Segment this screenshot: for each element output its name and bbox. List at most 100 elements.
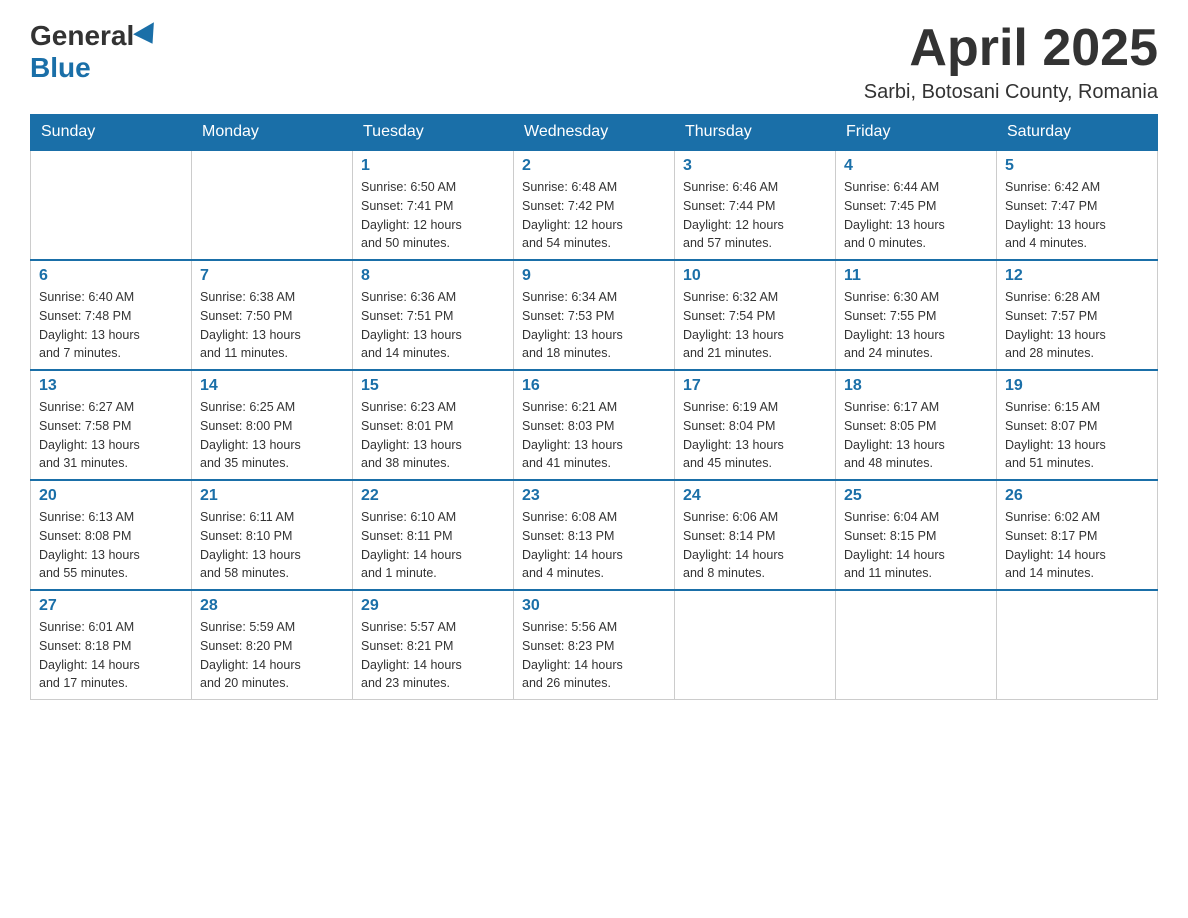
- calendar-cell: 10 Sunrise: 6:32 AM Sunset: 7:54 PM Dayli…: [675, 260, 836, 370]
- calendar-cell: 30 Sunrise: 5:56 AM Sunset: 8:23 PM Dayli…: [514, 590, 675, 700]
- week-row-4: 20Sunrise: 6:13 AM Sunset: 8:08 PM Dayli…: [31, 480, 1158, 590]
- calendar-cell: [675, 590, 836, 700]
- calendar-cell: 4Sunrise: 6:44 AM Sunset: 7:45 PM Daylig…: [836, 150, 997, 260]
- day-info: Sunrise: 6:50 AM Sunset: 7:41 PM Dayligh…: [361, 178, 505, 253]
- col-header-wednesday: Wednesday: [514, 115, 675, 151]
- col-header-thursday: Thursday: [675, 115, 836, 151]
- day-number: 25: [844, 487, 988, 505]
- calendar-cell: 1 Sunrise: 6:50 AM Sunset: 7:41 PM Daylig…: [353, 150, 514, 260]
- day-info: Sunrise: 6:19 AM Sunset: 8:04 PM Dayligh…: [683, 398, 827, 473]
- day-number: 12: [1005, 267, 1149, 285]
- location-text: Sarbi, Botosani County, Romania: [864, 81, 1158, 104]
- calendar-cell: 14 Sunrise: 6:25 AM Sunset: 8:00 PM Dayli…: [192, 370, 353, 480]
- calendar-cell: 24 Sunrise: 6:06 AM Sunset: 8:14 PM Dayli…: [675, 480, 836, 590]
- week-row-1: 1 Sunrise: 6:50 AM Sunset: 7:41 PM Daylig…: [31, 150, 1158, 260]
- calendar-cell: 29 Sunrise: 5:57 AM Sunset: 8:21 PM Dayli…: [353, 590, 514, 700]
- calendar-cell: 21 Sunrise: 6:11 AM Sunset: 8:10 PM Dayli…: [192, 480, 353, 590]
- calendar-cell: 22 Sunrise: 6:10 AM Sunset: 8:11 PM Dayli…: [353, 480, 514, 590]
- calendar-cell: 12 Sunrise: 6:28 AM Sunset: 7:57 PM Dayli…: [997, 260, 1158, 370]
- day-number: 3: [683, 157, 827, 175]
- week-row-3: 13Sunrise: 6:27 AM Sunset: 7:58 PM Dayli…: [31, 370, 1158, 480]
- col-header-saturday: Saturday: [997, 115, 1158, 151]
- calendar-cell: 6Sunrise: 6:40 AM Sunset: 7:48 PM Daylig…: [31, 260, 192, 370]
- week-row-2: 6Sunrise: 6:40 AM Sunset: 7:48 PM Daylig…: [31, 260, 1158, 370]
- day-number: 27: [39, 597, 183, 615]
- col-header-monday: Monday: [192, 115, 353, 151]
- month-title: April 2025: [864, 20, 1158, 77]
- calendar-cell: [192, 150, 353, 260]
- day-number: 17: [683, 377, 827, 395]
- calendar-cell: 5 Sunrise: 6:42 AM Sunset: 7:47 PM Daylig…: [997, 150, 1158, 260]
- day-info: Sunrise: 6:06 AM Sunset: 8:14 PM Dayligh…: [683, 508, 827, 583]
- calendar-cell: 16Sunrise: 6:21 AM Sunset: 8:03 PM Dayli…: [514, 370, 675, 480]
- day-info: Sunrise: 6:27 AM Sunset: 7:58 PM Dayligh…: [39, 398, 183, 473]
- calendar-cell: 11 Sunrise: 6:30 AM Sunset: 7:55 PM Dayli…: [836, 260, 997, 370]
- calendar-cell: 28Sunrise: 5:59 AM Sunset: 8:20 PM Dayli…: [192, 590, 353, 700]
- calendar-header-row: SundayMondayTuesdayWednesdayThursdayFrid…: [31, 115, 1158, 151]
- day-info: Sunrise: 6:04 AM Sunset: 8:15 PM Dayligh…: [844, 508, 988, 583]
- calendar-cell: [31, 150, 192, 260]
- day-info: Sunrise: 5:56 AM Sunset: 8:23 PM Dayligh…: [522, 618, 666, 693]
- day-number: 16: [522, 377, 666, 395]
- calendar-cell: 3 Sunrise: 6:46 AM Sunset: 7:44 PM Daylig…: [675, 150, 836, 260]
- calendar-cell: 26 Sunrise: 6:02 AM Sunset: 8:17 PM Dayli…: [997, 480, 1158, 590]
- day-info: Sunrise: 6:10 AM Sunset: 8:11 PM Dayligh…: [361, 508, 505, 583]
- calendar-cell: 8Sunrise: 6:36 AM Sunset: 7:51 PM Daylig…: [353, 260, 514, 370]
- logo-arrow-icon: [133, 22, 163, 50]
- day-info: Sunrise: 6:08 AM Sunset: 8:13 PM Dayligh…: [522, 508, 666, 583]
- day-number: 2: [522, 157, 666, 175]
- col-header-friday: Friday: [836, 115, 997, 151]
- day-info: Sunrise: 6:46 AM Sunset: 7:44 PM Dayligh…: [683, 178, 827, 253]
- title-block: April 2025 Sarbi, Botosani County, Roman…: [864, 20, 1158, 104]
- day-number: 19: [1005, 377, 1149, 395]
- day-info: Sunrise: 5:59 AM Sunset: 8:20 PM Dayligh…: [200, 618, 344, 693]
- day-info: Sunrise: 6:30 AM Sunset: 7:55 PM Dayligh…: [844, 288, 988, 363]
- col-header-tuesday: Tuesday: [353, 115, 514, 151]
- calendar-cell: 23 Sunrise: 6:08 AM Sunset: 8:13 PM Dayli…: [514, 480, 675, 590]
- calendar-cell: [997, 590, 1158, 700]
- day-info: Sunrise: 6:25 AM Sunset: 8:00 PM Dayligh…: [200, 398, 344, 473]
- day-info: Sunrise: 6:36 AM Sunset: 7:51 PM Dayligh…: [361, 288, 505, 363]
- day-number: 11: [844, 267, 988, 285]
- day-number: 15: [361, 377, 505, 395]
- day-info: Sunrise: 6:02 AM Sunset: 8:17 PM Dayligh…: [1005, 508, 1149, 583]
- calendar-cell: [836, 590, 997, 700]
- calendar-table: SundayMondayTuesdayWednesdayThursdayFrid…: [30, 114, 1158, 700]
- day-info: Sunrise: 6:42 AM Sunset: 7:47 PM Dayligh…: [1005, 178, 1149, 253]
- calendar-cell: 7Sunrise: 6:38 AM Sunset: 7:50 PM Daylig…: [192, 260, 353, 370]
- day-info: Sunrise: 5:57 AM Sunset: 8:21 PM Dayligh…: [361, 618, 505, 693]
- day-info: Sunrise: 6:48 AM Sunset: 7:42 PM Dayligh…: [522, 178, 666, 253]
- day-number: 30: [522, 597, 666, 615]
- calendar-cell: 17 Sunrise: 6:19 AM Sunset: 8:04 PM Dayli…: [675, 370, 836, 480]
- calendar-cell: 19Sunrise: 6:15 AM Sunset: 8:07 PM Dayli…: [997, 370, 1158, 480]
- day-info: Sunrise: 6:40 AM Sunset: 7:48 PM Dayligh…: [39, 288, 183, 363]
- day-number: 21: [200, 487, 344, 505]
- day-info: Sunrise: 6:28 AM Sunset: 7:57 PM Dayligh…: [1005, 288, 1149, 363]
- calendar-cell: 18 Sunrise: 6:17 AM Sunset: 8:05 PM Dayli…: [836, 370, 997, 480]
- day-number: 18: [844, 377, 988, 395]
- day-number: 1: [361, 157, 505, 175]
- calendar-cell: 9 Sunrise: 6:34 AM Sunset: 7:53 PM Daylig…: [514, 260, 675, 370]
- day-info: Sunrise: 6:38 AM Sunset: 7:50 PM Dayligh…: [200, 288, 344, 363]
- calendar-cell: 15Sunrise: 6:23 AM Sunset: 8:01 PM Dayli…: [353, 370, 514, 480]
- day-info: Sunrise: 6:32 AM Sunset: 7:54 PM Dayligh…: [683, 288, 827, 363]
- day-number: 9: [522, 267, 666, 285]
- day-number: 10: [683, 267, 827, 285]
- week-row-5: 27Sunrise: 6:01 AM Sunset: 8:18 PM Dayli…: [31, 590, 1158, 700]
- calendar-cell: 13Sunrise: 6:27 AM Sunset: 7:58 PM Dayli…: [31, 370, 192, 480]
- day-info: Sunrise: 6:11 AM Sunset: 8:10 PM Dayligh…: [200, 508, 344, 583]
- logo-blue-text: Blue: [30, 52, 91, 84]
- day-number: 5: [1005, 157, 1149, 175]
- calendar-cell: 20Sunrise: 6:13 AM Sunset: 8:08 PM Dayli…: [31, 480, 192, 590]
- day-number: 26: [1005, 487, 1149, 505]
- day-info: Sunrise: 6:34 AM Sunset: 7:53 PM Dayligh…: [522, 288, 666, 363]
- day-number: 23: [522, 487, 666, 505]
- day-info: Sunrise: 6:17 AM Sunset: 8:05 PM Dayligh…: [844, 398, 988, 473]
- day-number: 24: [683, 487, 827, 505]
- day-number: 29: [361, 597, 505, 615]
- calendar-cell: 25 Sunrise: 6:04 AM Sunset: 8:15 PM Dayli…: [836, 480, 997, 590]
- calendar-cell: 2 Sunrise: 6:48 AM Sunset: 7:42 PM Daylig…: [514, 150, 675, 260]
- day-number: 14: [200, 377, 344, 395]
- page-header: General Blue April 2025 Sarbi, Botosani …: [30, 20, 1158, 104]
- day-number: 22: [361, 487, 505, 505]
